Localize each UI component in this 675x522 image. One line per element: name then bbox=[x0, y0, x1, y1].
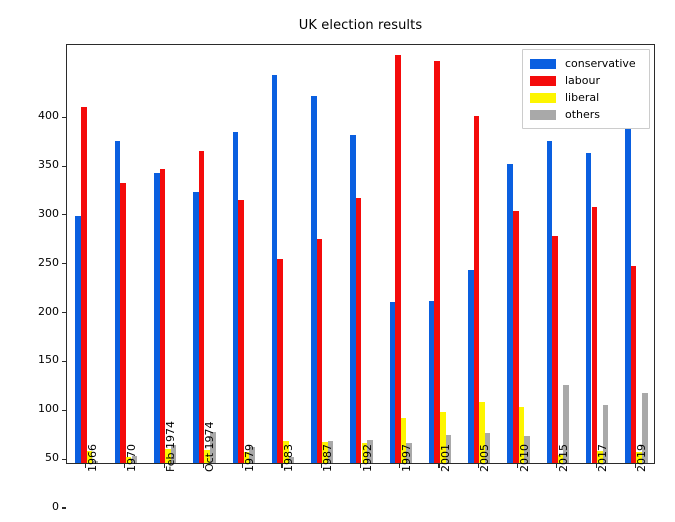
x-tick-label: 2005 bbox=[478, 444, 492, 472]
page-title: UK election results bbox=[298, 18, 423, 33]
legend-item-conservative[interactable]: conservative bbox=[530, 55, 641, 72]
legend-item-liberal[interactable]: liberal bbox=[530, 89, 641, 106]
chart-figure: UK election results Seats 05010015020025… bbox=[0, 0, 675, 522]
x-tick-label: 2015 bbox=[556, 444, 570, 472]
legend-item-labour[interactable]: labour bbox=[530, 72, 641, 89]
x-tick-label: 1997 bbox=[399, 444, 413, 472]
y-tick-label: 350 bbox=[38, 158, 59, 172]
bar-labour-1979 bbox=[238, 200, 244, 463]
bar-labour-1987 bbox=[316, 239, 323, 463]
legend-label: liberal bbox=[565, 91, 600, 104]
y-tick-label: 150 bbox=[38, 353, 59, 367]
y-tick-label: 100 bbox=[38, 402, 59, 416]
bar-labour-1997 bbox=[395, 54, 401, 463]
bar-labour-2017 bbox=[591, 207, 598, 463]
y-tick-label: 250 bbox=[38, 255, 59, 269]
legend-label: labour bbox=[565, 74, 601, 87]
x-tick-label: 1966 bbox=[85, 444, 99, 472]
y-axis: Seats 050100150200250300350400 bbox=[0, 44, 66, 513]
x-tick-label: 1987 bbox=[321, 444, 335, 472]
x-tick-label: Oct 1974 bbox=[203, 421, 217, 472]
bar-labour-Feb-1974 bbox=[159, 169, 166, 463]
legend-swatch-conservative-icon bbox=[530, 58, 556, 69]
bar-labour-1966 bbox=[81, 107, 87, 463]
x-tick-label: Feb 1974 bbox=[164, 421, 178, 472]
chart-legend: conservative labour liberal others bbox=[522, 49, 650, 129]
legend-label: others bbox=[565, 108, 601, 121]
x-tick-label: 2019 bbox=[635, 444, 649, 472]
legend-swatch-labour-icon bbox=[530, 75, 556, 86]
x-axis: 1966 1970 Feb 1974 Oct 1974 1979 1983 1987 1992… bbox=[66, 421, 655, 522]
y-tick-label: 200 bbox=[38, 304, 59, 318]
bar-labour-Oct-1974 bbox=[198, 151, 205, 463]
x-tick-label: 1983 bbox=[281, 444, 295, 472]
bar-labour-1970 bbox=[120, 182, 126, 463]
bar-labour-2019 bbox=[630, 265, 637, 463]
x-tick-label: 2001 bbox=[439, 444, 453, 472]
legend-swatch-others-icon bbox=[530, 109, 556, 120]
bar-labour-2001 bbox=[434, 60, 441, 463]
bar-labour-1992 bbox=[355, 198, 362, 463]
legend-swatch-liberal-icon bbox=[530, 92, 556, 103]
x-tick-label: 2010 bbox=[517, 444, 531, 472]
x-tick-label: 2017 bbox=[596, 444, 610, 472]
legend-label: conservative bbox=[565, 57, 636, 70]
y-tick-label: 300 bbox=[38, 206, 59, 220]
y-tick-label: 0 bbox=[52, 500, 59, 513]
y-tick-label: 400 bbox=[38, 109, 59, 123]
bar-labour-1983 bbox=[277, 258, 283, 463]
y-tick-label: 50 bbox=[45, 451, 59, 465]
x-tick-label: 1992 bbox=[360, 444, 374, 472]
bar-labour-2015 bbox=[552, 236, 558, 463]
legend-item-others[interactable]: others bbox=[530, 106, 641, 123]
x-tick-label: 1970 bbox=[124, 444, 138, 472]
x-tick-label: 1979 bbox=[242, 444, 256, 472]
